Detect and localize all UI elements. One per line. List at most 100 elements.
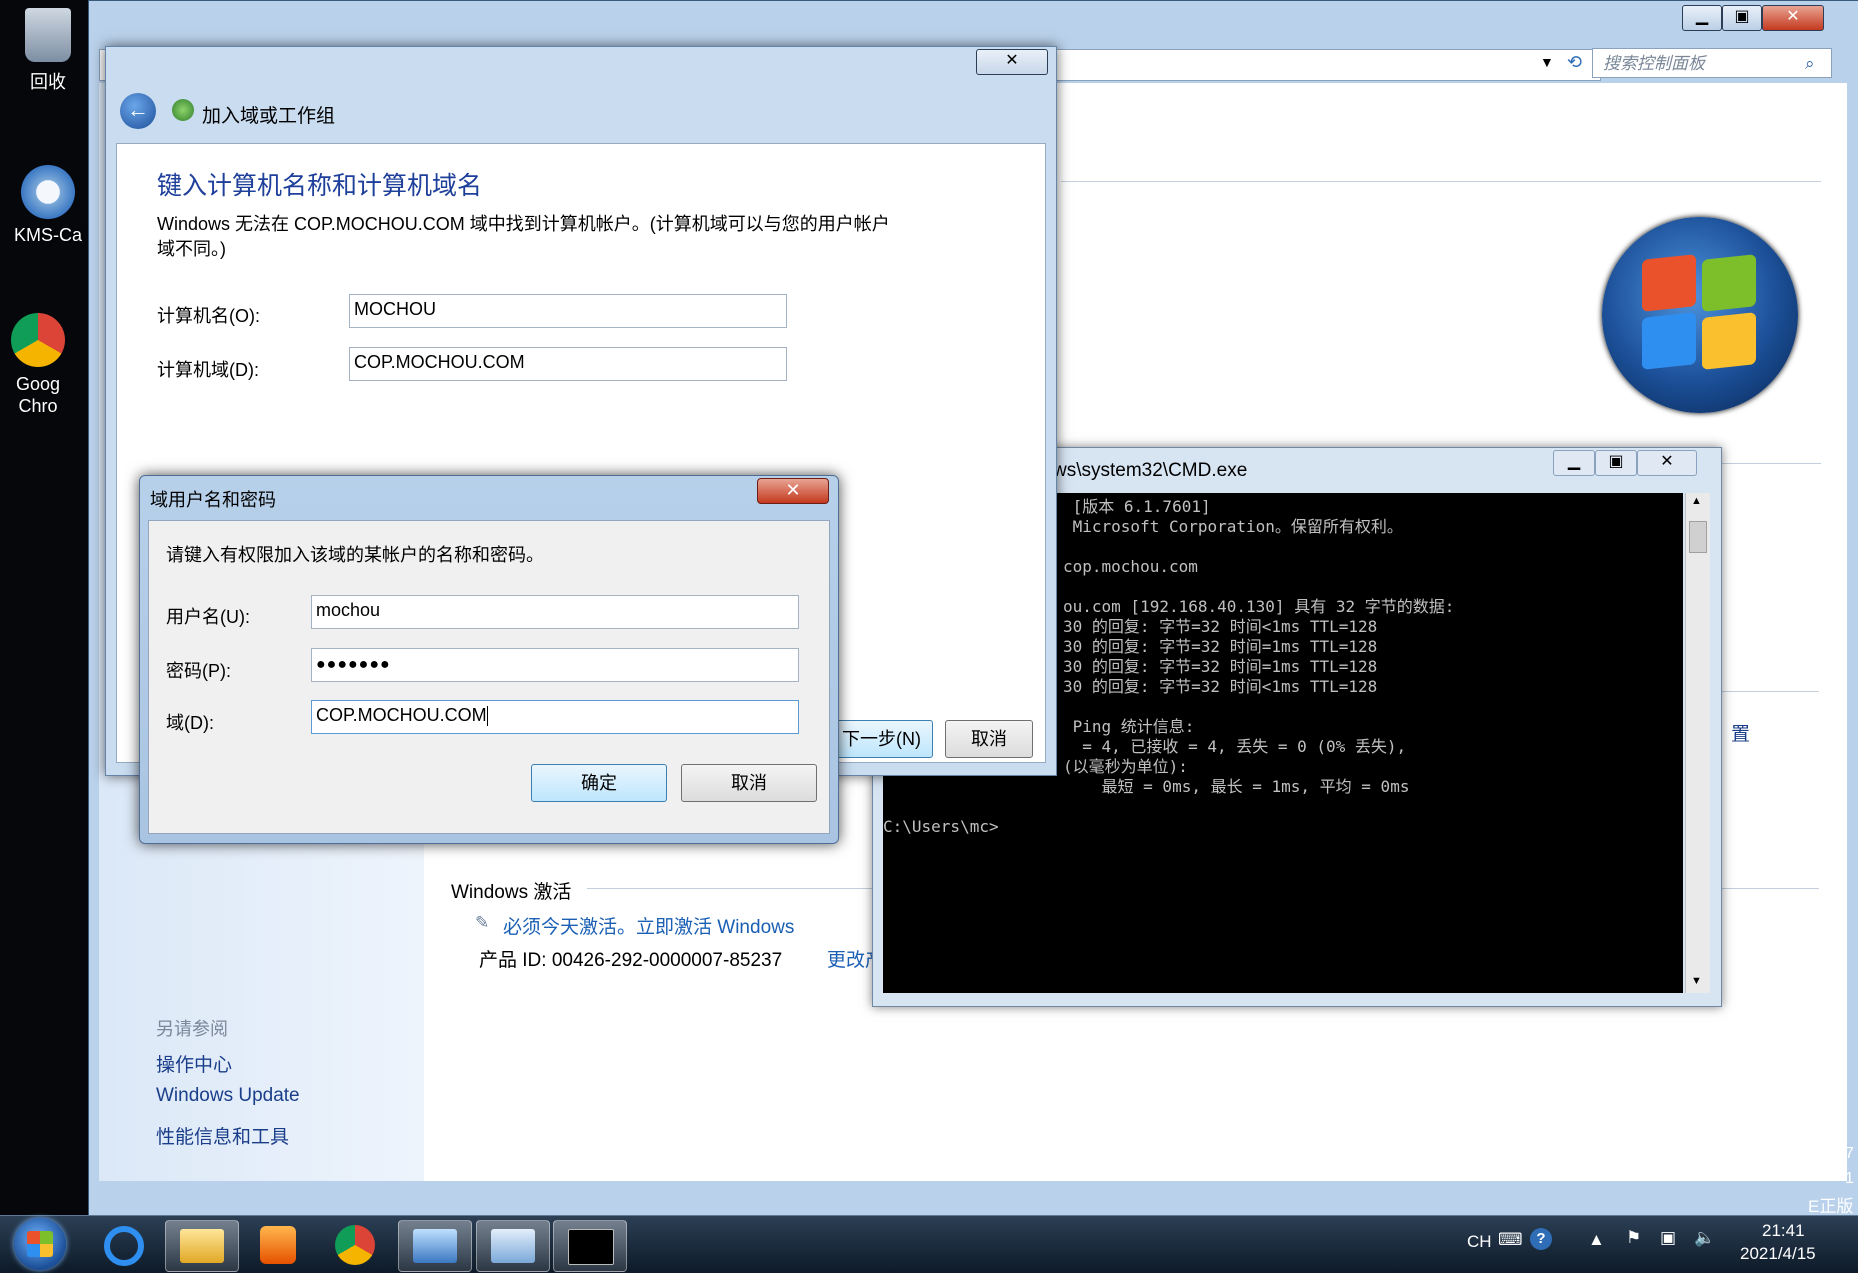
computer-domain-field[interactable]: COP.MOCHOU.COM bbox=[349, 347, 787, 381]
wizard-heading: 键入计算机名称和计算机域名 bbox=[157, 172, 483, 200]
domain-field[interactable]: COP.MOCHOU.COM bbox=[311, 700, 799, 734]
link-performance-tools[interactable]: 性能信息和工具 bbox=[156, 1122, 289, 1149]
password-label: 密码(P): bbox=[166, 661, 231, 681]
cmd-line: 30 的回复: 字节=32 时间<1ms TTL=128 bbox=[1063, 677, 1378, 696]
edge-text: 1 bbox=[1845, 1170, 1854, 1187]
windows-logo bbox=[1602, 217, 1798, 413]
credentials-dialog[interactable]: 域用户名和密码 ✕ 请键入有权限加入该域的某帐户的名称和密码。 用户名(U): … bbox=[139, 475, 839, 844]
search-icon[interactable]: ⌕ bbox=[1805, 49, 1815, 79]
search-input[interactable]: 搜索控制面板 ⌕ bbox=[1592, 48, 1832, 78]
ok-button[interactable]: 确定 bbox=[531, 764, 667, 802]
desktop-icon-recycle-bin[interactable]: 回收 bbox=[3, 8, 93, 94]
desktop-icon-chrome[interactable]: Goog Chro bbox=[3, 313, 73, 417]
credentials-cancel-button[interactable]: 取消 bbox=[681, 764, 817, 802]
computer-name-field[interactable]: MOCHOU bbox=[349, 294, 787, 328]
activate-windows-link[interactable]: 必须今天激活。立即激活 Windows bbox=[503, 912, 794, 939]
edge-text: 7 bbox=[1845, 1145, 1854, 1162]
clock-date[interactable]: 2021/4/15 bbox=[1740, 1244, 1816, 1264]
refresh-icon[interactable]: ⟲ bbox=[1567, 52, 1582, 73]
control-panel-titlebar: ▁ ▣ ✕ bbox=[89, 1, 1858, 43]
recycle-bin-icon bbox=[25, 8, 71, 62]
minimize-button[interactable]: ▁ bbox=[1682, 5, 1722, 31]
gear-icon bbox=[21, 165, 75, 219]
cmd-title: ws\system32\CMD.exe bbox=[1053, 460, 1248, 481]
close-button[interactable]: ✕ bbox=[1762, 5, 1824, 31]
taskbar-control-panel[interactable] bbox=[398, 1220, 472, 1272]
scroll-down-icon[interactable]: ▼ bbox=[1691, 975, 1702, 987]
taskbar-chrome[interactable] bbox=[319, 1220, 391, 1270]
wizard-title: 加入域或工作组 bbox=[202, 106, 336, 127]
wizard-cancel-button[interactable]: 取消 bbox=[945, 720, 1033, 758]
credentials-title: 域用户名和密码 bbox=[150, 490, 276, 510]
password-field[interactable]: ●●●●●●● bbox=[311, 648, 799, 682]
action-center-flag-icon[interactable]: ⚑ bbox=[1626, 1228, 1641, 1248]
side-link-partial[interactable]: 置 bbox=[1731, 719, 1750, 746]
taskbar-cmd[interactable] bbox=[553, 1220, 627, 1272]
folder-icon bbox=[180, 1229, 224, 1263]
divider bbox=[1719, 691, 1819, 692]
scroll-up-icon[interactable]: ▲ bbox=[1691, 495, 1702, 507]
back-arrow-icon[interactable]: ← bbox=[120, 93, 156, 129]
cmd-line bbox=[1063, 577, 1683, 597]
chrome-icon bbox=[11, 313, 65, 367]
computer-domain-label: 计算机域(D): bbox=[157, 360, 259, 380]
cmd-line: 30 的回复: 字节=32 时间<1ms TTL=128 bbox=[1063, 617, 1378, 636]
network-icon[interactable]: ▣ bbox=[1660, 1228, 1676, 1248]
show-hidden-icons-icon[interactable]: ▲ bbox=[1588, 1230, 1605, 1250]
chrome-icon bbox=[335, 1225, 375, 1265]
ie-icon bbox=[104, 1226, 144, 1266]
cmd-line: 30 的回复: 字节=32 时间=1ms TTL=128 bbox=[1063, 637, 1378, 656]
taskbar-explorer[interactable] bbox=[165, 1220, 239, 1272]
edge-text: E正版 bbox=[1808, 1197, 1854, 1216]
cmd-minimize-button[interactable]: ▁ bbox=[1553, 450, 1595, 476]
computer-name-label: 计算机名(O): bbox=[157, 306, 260, 326]
start-button[interactable] bbox=[14, 1218, 66, 1270]
link-windows-update[interactable]: Windows Update bbox=[156, 1085, 300, 1107]
maximize-button[interactable]: ▣ bbox=[1722, 5, 1762, 31]
credentials-close-button[interactable]: ✕ bbox=[757, 478, 829, 504]
activation-warning-icon: ✎ bbox=[475, 913, 490, 932]
desktop-icon-label: KMS-Ca bbox=[13, 225, 82, 245]
cmd-line: Microsoft Corporation。保留所有权利。 bbox=[1063, 517, 1403, 536]
cmd-line: 最短 = 0ms, 最长 = 1ms, 平均 = 0ms bbox=[1063, 777, 1410, 796]
flag-red bbox=[1642, 254, 1696, 312]
link-action-center[interactable]: 操作中心 bbox=[156, 1050, 232, 1077]
taskbar-system[interactable] bbox=[476, 1220, 550, 1272]
desktop-icon-kms[interactable]: KMS-Ca bbox=[3, 165, 93, 246]
cmd-line bbox=[1063, 697, 1683, 717]
network-icon bbox=[172, 99, 194, 121]
username-field[interactable]: mochou bbox=[311, 595, 799, 629]
flag-blue bbox=[1642, 312, 1696, 370]
ime-help-icon[interactable]: ? bbox=[1530, 1228, 1552, 1250]
cmd-line: 30 的回复: 字节=32 时间=1ms TTL=128 bbox=[1063, 657, 1378, 676]
wizard-description-line2: 域不同。) bbox=[157, 239, 226, 259]
credentials-prompt: 请键入有权限加入该域的某帐户的名称和密码。 bbox=[166, 545, 544, 565]
wizard-description-line1: Windows 无法在 COP.MOCHOU.COM 域中找到计算机帐户。(计算… bbox=[157, 214, 890, 234]
cmd-line: Ping 统计信息: bbox=[1063, 717, 1195, 736]
cmd-line: [版本 6.1.7601] bbox=[1063, 497, 1211, 516]
language-indicator[interactable]: CH bbox=[1467, 1232, 1492, 1252]
credentials-content: 请键入有权限加入该域的某帐户的名称和密码。 用户名(U): mochou 密码(… bbox=[148, 520, 830, 834]
clock-time[interactable]: 21:41 bbox=[1762, 1221, 1805, 1241]
volume-icon[interactable]: 🔈 bbox=[1694, 1228, 1715, 1248]
chevron-down-icon[interactable]: ▼ bbox=[1540, 54, 1554, 70]
divider bbox=[1061, 181, 1821, 182]
cmd-maximize-button[interactable]: ▣ bbox=[1595, 450, 1637, 476]
wizard-close-button[interactable]: ✕ bbox=[976, 49, 1048, 75]
search-placeholder: 搜索控制面板 bbox=[1603, 54, 1705, 73]
cmd-close-button[interactable]: ✕ bbox=[1637, 450, 1697, 476]
media-player-icon bbox=[260, 1226, 296, 1264]
taskbar: CH ⌨ ? ▲ ⚑ ▣ 🔈 21:41 2021/4/15 bbox=[0, 1215, 1858, 1273]
cmd-line bbox=[1063, 797, 1683, 817]
scroll-thumb[interactable] bbox=[1689, 521, 1707, 553]
taskbar-ie[interactable] bbox=[88, 1220, 160, 1270]
next-button[interactable]: 下一步(N) bbox=[830, 720, 933, 758]
desktop-icon-label: 回收 bbox=[30, 72, 66, 92]
keyboard-icon[interactable]: ⌨ bbox=[1498, 1230, 1523, 1250]
domain-label: 域(D): bbox=[166, 713, 214, 733]
cmd-line: = 4, 已接收 = 4, 丢失 = 0 (0% 丢失), bbox=[1063, 737, 1407, 756]
divider bbox=[1719, 888, 1819, 889]
system-monitor-icon bbox=[491, 1229, 535, 1263]
taskbar-media-player[interactable] bbox=[242, 1220, 314, 1270]
cmd-scrollbar[interactable]: ▲ ▼ bbox=[1685, 493, 1710, 993]
